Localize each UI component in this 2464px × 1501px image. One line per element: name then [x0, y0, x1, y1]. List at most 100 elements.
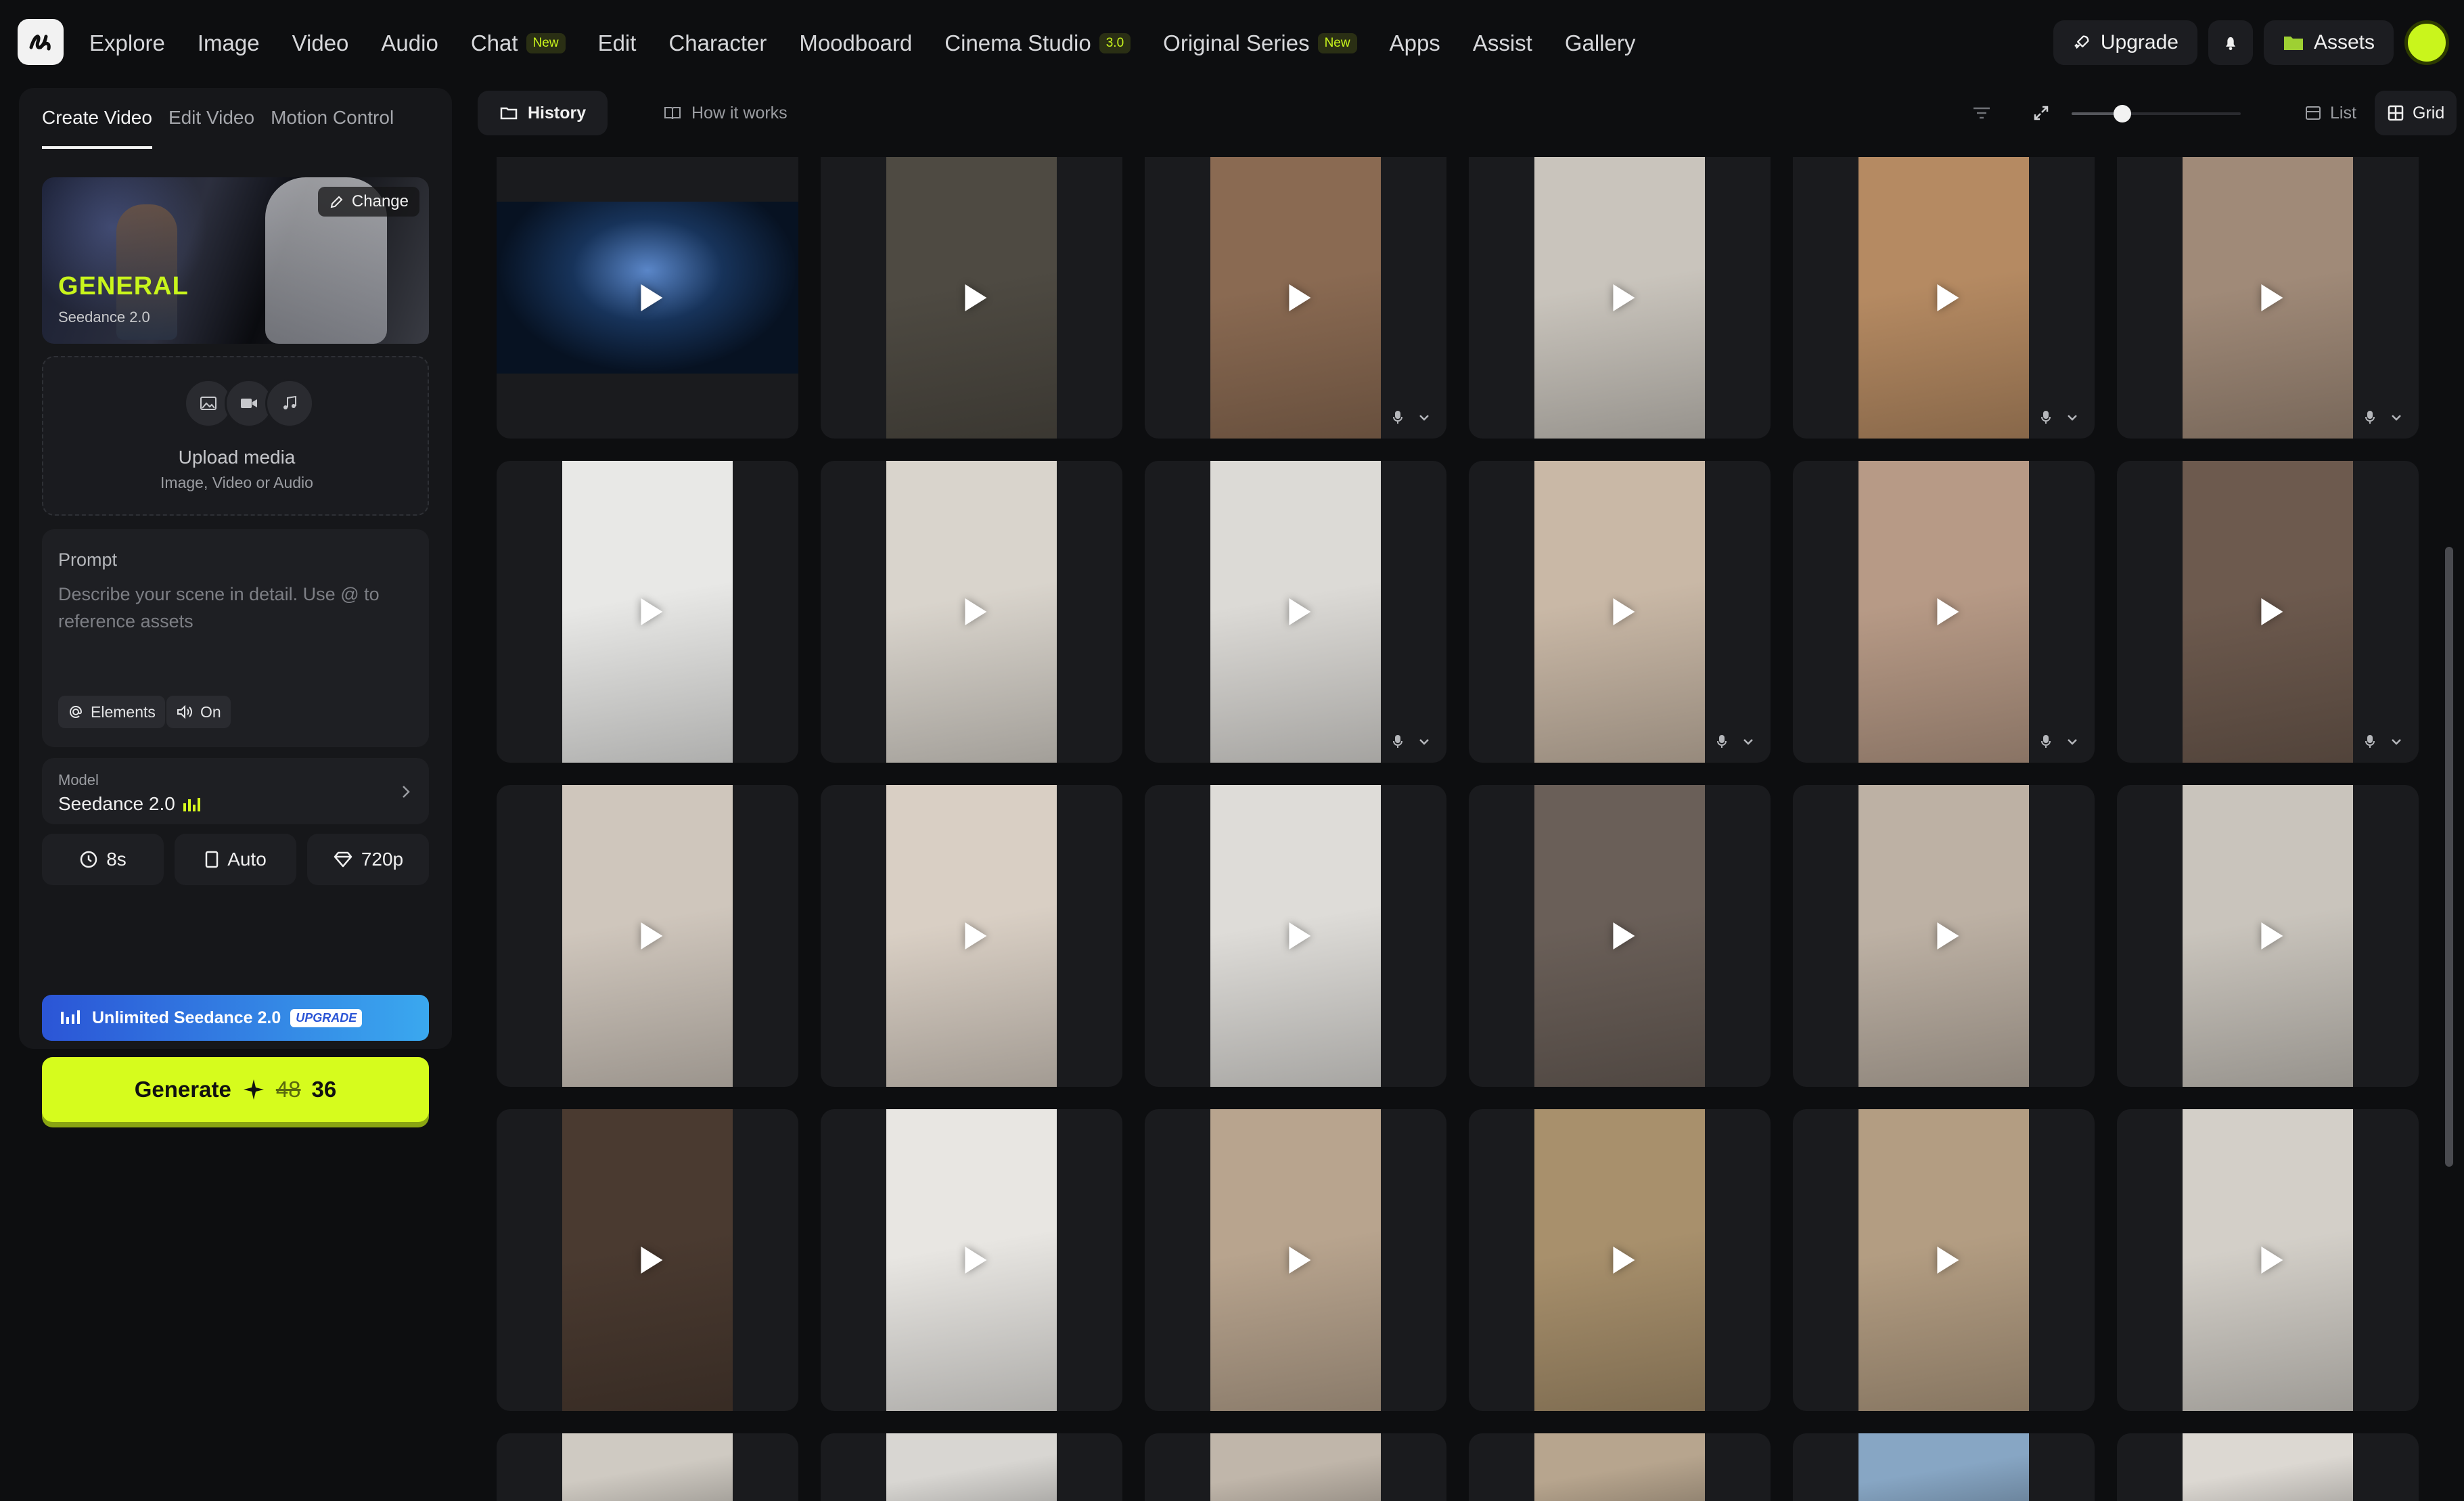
chevron-down-icon[interactable]: [2390, 737, 2402, 749]
nav-chat[interactable]: Chat New: [471, 30, 566, 56]
play-icon[interactable]: [1613, 284, 1635, 311]
video-card[interactable]: [1469, 461, 1771, 763]
chevron-down-icon[interactable]: [1742, 737, 1754, 749]
tab-edit-video[interactable]: Edit Video: [168, 107, 254, 149]
chevron-down-icon[interactable]: [1418, 413, 1430, 425]
nav-original-series[interactable]: Original Series New: [1163, 30, 1357, 56]
play-icon[interactable]: [965, 922, 987, 949]
play-icon[interactable]: [2261, 284, 2283, 311]
video-card[interactable]: [821, 1433, 1122, 1501]
video-card[interactable]: [1469, 1109, 1771, 1411]
zoom-slider-knob[interactable]: [2114, 105, 2131, 122]
video-card[interactable]: [821, 461, 1122, 763]
video-card[interactable]: [1469, 785, 1771, 1087]
video-card[interactable]: [1145, 785, 1446, 1087]
video-card[interactable]: [2117, 1433, 2419, 1501]
play-icon[interactable]: [641, 598, 663, 625]
chevron-down-icon[interactable]: [2390, 413, 2402, 425]
video-card[interactable]: [2117, 1109, 2419, 1411]
video-card[interactable]: [1145, 461, 1446, 763]
generate-button[interactable]: Generate 48 36: [42, 1057, 429, 1122]
nav-cinema-studio[interactable]: Cinema Studio 3.0: [944, 30, 1131, 56]
video-card[interactable]: [2117, 461, 2419, 763]
play-icon[interactable]: [1613, 598, 1635, 625]
nav-audio[interactable]: Audio: [381, 30, 438, 56]
play-icon[interactable]: [1289, 922, 1311, 949]
nav-gallery[interactable]: Gallery: [1565, 30, 1636, 56]
upgrade-button[interactable]: Upgrade: [2053, 20, 2197, 65]
play-icon[interactable]: [1289, 284, 1311, 311]
play-icon[interactable]: [641, 922, 663, 949]
change-preset-button[interactable]: Change: [317, 187, 419, 217]
nav-character[interactable]: Character: [668, 30, 767, 56]
tab-how-it-works[interactable]: How it works: [641, 91, 809, 135]
video-card[interactable]: [1793, 785, 2095, 1087]
video-card[interactable]: [821, 157, 1122, 439]
app-logo-icon[interactable]: [18, 19, 64, 65]
tab-motion-control[interactable]: Motion Control: [271, 107, 394, 149]
chevron-down-icon[interactable]: [1418, 737, 1430, 749]
play-icon[interactable]: [1937, 284, 1959, 311]
duration-selector[interactable]: 8s: [42, 834, 164, 885]
microphone-icon[interactable]: [2040, 409, 2051, 428]
video-card[interactable]: [2117, 157, 2419, 439]
audio-toggle[interactable]: On: [166, 696, 231, 728]
video-card[interactable]: [1793, 157, 2095, 439]
video-card[interactable]: [497, 157, 798, 439]
prompt-box[interactable]: Prompt Describe your scene in detail. Us…: [42, 529, 429, 747]
tab-history[interactable]: History: [478, 91, 608, 135]
play-icon[interactable]: [2261, 922, 2283, 949]
upload-media-dropzone[interactable]: Upload media Image, Video or Audio: [42, 356, 429, 516]
zoom-slider[interactable]: [2072, 105, 2241, 122]
play-icon[interactable]: [2261, 598, 2283, 625]
video-card[interactable]: [821, 1109, 1122, 1411]
preset-card[interactable]: Change GENERAL Seedance 2.0: [42, 177, 429, 344]
video-card[interactable]: [821, 785, 1122, 1087]
video-card[interactable]: [1793, 461, 2095, 763]
nav-apps[interactable]: Apps: [1390, 30, 1440, 56]
microphone-icon[interactable]: [1392, 409, 1403, 428]
play-icon[interactable]: [965, 1247, 987, 1274]
nav-moodboard[interactable]: Moodboard: [799, 30, 912, 56]
tab-create-video[interactable]: Create Video: [42, 107, 152, 149]
nav-explore[interactable]: Explore: [89, 30, 165, 56]
video-card[interactable]: [497, 1433, 798, 1501]
play-icon[interactable]: [1937, 922, 1959, 949]
unlimited-upgrade-banner[interactable]: Unlimited Seedance 2.0 UPGRADE: [42, 995, 429, 1041]
microphone-icon[interactable]: [2365, 409, 2375, 428]
chevron-down-icon[interactable]: [2066, 737, 2078, 749]
microphone-icon[interactable]: [2365, 734, 2375, 752]
play-icon[interactable]: [1613, 1247, 1635, 1274]
play-icon[interactable]: [1289, 1247, 1311, 1274]
video-card[interactable]: [1469, 157, 1771, 439]
filter-button[interactable]: [1959, 91, 2004, 135]
play-icon[interactable]: [1937, 1247, 1959, 1274]
model-selector[interactable]: Model Seedance 2.0: [42, 758, 429, 824]
play-icon[interactable]: [1289, 598, 1311, 625]
grid-scrollbar[interactable]: [2445, 547, 2453, 1167]
video-card[interactable]: [1145, 1109, 1446, 1411]
video-card[interactable]: [497, 785, 798, 1087]
fullscreen-button[interactable]: [2019, 91, 2063, 135]
microphone-icon[interactable]: [2040, 734, 2051, 752]
elements-button[interactable]: Elements: [58, 696, 165, 728]
user-avatar[interactable]: [2404, 20, 2449, 65]
assets-button[interactable]: Assets: [2263, 20, 2394, 65]
play-icon[interactable]: [965, 284, 987, 311]
play-icon[interactable]: [1937, 598, 1959, 625]
nav-assist[interactable]: Assist: [1473, 30, 1532, 56]
video-card[interactable]: [1145, 1433, 1446, 1501]
notifications-button[interactable]: [2208, 20, 2253, 65]
video-card[interactable]: [2117, 785, 2419, 1087]
play-icon[interactable]: [641, 1247, 663, 1274]
video-card[interactable]: [1793, 1433, 2095, 1501]
video-card[interactable]: [497, 1109, 798, 1411]
aspect-ratio-selector[interactable]: Auto: [175, 834, 296, 885]
chevron-down-icon[interactable]: [2066, 413, 2078, 425]
play-icon[interactable]: [965, 598, 987, 625]
prompt-input[interactable]: Describe your scene in detail. Use @ to …: [58, 581, 417, 635]
nav-video[interactable]: Video: [292, 30, 349, 56]
microphone-icon[interactable]: [1716, 734, 1727, 752]
grid-view-button[interactable]: Grid: [2375, 91, 2457, 135]
nav-edit[interactable]: Edit: [598, 30, 637, 56]
